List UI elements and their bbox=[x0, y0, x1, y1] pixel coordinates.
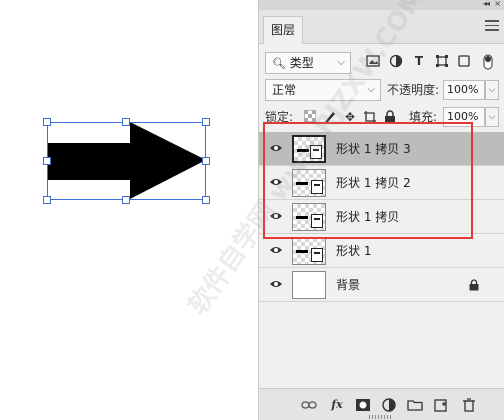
opacity-dropdown-icon[interactable]: ⌵ bbox=[485, 80, 499, 100]
blend-row: 正常 ⌵ 不透明度: 100% ⌵ bbox=[259, 79, 504, 103]
transform-handle-tr[interactable] bbox=[202, 118, 210, 126]
layer-row[interactable]: 形状 1 bbox=[259, 234, 504, 268]
transform-handle-bl[interactable] bbox=[43, 196, 51, 204]
document-canvas[interactable] bbox=[0, 0, 258, 420]
filter-toggle-icon[interactable] bbox=[483, 54, 493, 70]
layer-name[interactable]: 背景 bbox=[336, 268, 360, 302]
folder-icon[interactable] bbox=[407, 397, 423, 413]
transform-handle-br[interactable] bbox=[202, 196, 210, 204]
panel-menu-icon[interactable] bbox=[485, 20, 499, 32]
transform-handle-bm[interactable] bbox=[122, 196, 130, 204]
transform-handle-mr[interactable] bbox=[202, 157, 210, 165]
link-layers-icon[interactable] bbox=[301, 397, 317, 413]
close-panel-icon[interactable]: × bbox=[494, 0, 501, 8]
transform-handle-ml[interactable] bbox=[43, 157, 51, 165]
adjustment-layer-icon[interactable] bbox=[381, 397, 397, 413]
lock-icon[interactable] bbox=[469, 279, 479, 291]
transform-handle-tl[interactable] bbox=[43, 118, 51, 126]
opacity-input[interactable]: 100% bbox=[443, 80, 485, 100]
layer-name[interactable]: 形状 1 bbox=[336, 234, 371, 268]
new-layer-icon[interactable] bbox=[433, 397, 449, 413]
layer-thumbnail bbox=[292, 271, 326, 299]
add-mask-icon[interactable] bbox=[355, 397, 371, 413]
collapse-panel-icon[interactable]: ◂◂ bbox=[483, 0, 490, 8]
transform-bounding-box[interactable] bbox=[47, 122, 206, 200]
resize-grip[interactable] bbox=[369, 415, 393, 419]
tab-layers[interactable]: 图层 bbox=[263, 16, 303, 44]
trash-icon[interactable] bbox=[461, 397, 477, 413]
layer-row[interactable]: 背景 bbox=[259, 268, 504, 302]
blend-mode-value: 正常 bbox=[272, 83, 297, 97]
filter-kind-label: 类型 bbox=[289, 56, 314, 70]
smartobject-filter-icon[interactable] bbox=[457, 54, 471, 68]
layers-bottom-bar: fx bbox=[259, 388, 504, 420]
search-icon: 🔍︎ bbox=[272, 57, 286, 70]
type-filter-icon[interactable]: T bbox=[412, 54, 426, 68]
shape-filter-icon[interactable] bbox=[435, 54, 449, 68]
layer-thumbnail bbox=[292, 237, 326, 265]
canvas-artwork bbox=[47, 122, 206, 199]
eye-visibility-icon[interactable] bbox=[269, 279, 283, 289]
fill-dropdown-icon[interactable]: ⌵ bbox=[485, 107, 499, 127]
fx-icon[interactable]: fx bbox=[329, 397, 345, 413]
transform-handle-tm[interactable] bbox=[122, 118, 130, 126]
eye-visibility-icon[interactable] bbox=[269, 245, 283, 255]
opacity-label: 不透明度: bbox=[387, 83, 440, 97]
